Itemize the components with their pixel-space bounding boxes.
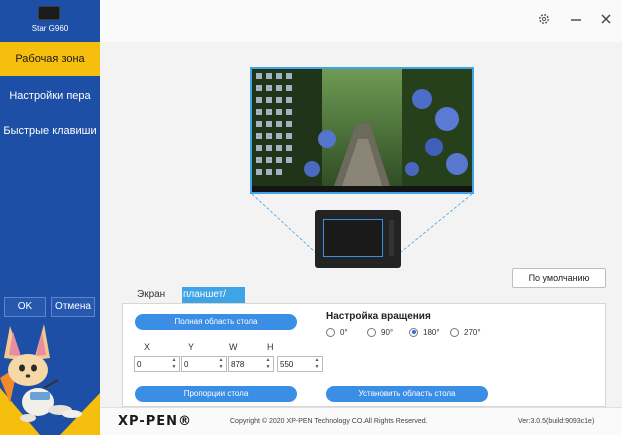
w-label: W — [229, 342, 238, 352]
w-stepper: ▲▼ — [228, 356, 274, 372]
rotation-270-label: 270° — [464, 327, 481, 337]
xp-pen-logo: XP-PEN® — [118, 414, 193, 429]
tablet-preview — [315, 210, 401, 268]
radio-circle-selected — [409, 327, 418, 337]
h-input[interactable] — [280, 358, 314, 370]
x-label: X — [144, 342, 151, 352]
footer: XP-PEN® Copyright © 2020 XP-PEN Technolo… — [100, 407, 622, 435]
y-stepper-arrows[interactable]: ▲ ▼ — [217, 357, 225, 371]
tablet-settings-panel: Полная область стола X Y W H ▲▼ ▲▼ ▲▼ ▲▼… — [122, 303, 606, 407]
work-area-panel: По умолчанию Экран планшет/дисплей Полна… — [100, 42, 622, 407]
screen-preview — [250, 67, 474, 194]
rotation-0-label: 0° — [340, 327, 348, 337]
ok-button[interactable]: OK — [4, 297, 46, 317]
tablet-ratio-button[interactable]: Пропорции стола — [135, 386, 297, 402]
x-stepper-arrows[interactable]: ▲ ▼ — [170, 357, 178, 371]
sidebar: Star G960 Рабочая зона Настройки пера Бы… — [0, 0, 100, 435]
set-tablet-area-button[interactable]: Установить область стола — [326, 386, 488, 402]
device-name: Star G960 — [31, 24, 69, 33]
cancel-button[interactable]: Отмена — [51, 297, 95, 317]
tablet-device-icon — [38, 6, 60, 20]
sidebar-item-work-area[interactable]: Рабочая зона — [0, 42, 100, 76]
app-window: Star G960 Рабочая зона Настройки пера Бы… — [0, 0, 622, 435]
w-stepper-arrows[interactable]: ▲ ▼ — [264, 357, 272, 371]
minimize-icon[interactable] — [568, 12, 584, 28]
desktop-wallpaper-image — [252, 69, 472, 192]
y-label: Y — [188, 342, 195, 352]
y-input[interactable] — [184, 358, 218, 370]
x-stepper: ▲▼ — [134, 356, 180, 372]
radio-circle — [326, 327, 335, 337]
rotation-90-label: 90° — [381, 327, 394, 337]
sidebar-item-shortcut-keys[interactable]: Быстрые клавиши — [0, 114, 100, 148]
full-area-button[interactable]: Полная область стола — [135, 314, 297, 330]
rotation-90-radio[interactable]: 90° — [367, 326, 393, 338]
x-input[interactable] — [137, 358, 171, 370]
rotation-180-radio[interactable]: 180° — [409, 326, 440, 338]
rotation-title: Настройка вращения — [326, 311, 431, 322]
version-text: Ver:3.0.5(build:9093c1e) — [518, 418, 595, 425]
radio-circle — [367, 327, 376, 337]
default-button[interactable]: По умолчанию — [512, 268, 606, 288]
rotation-270-radio[interactable]: 270° — [450, 326, 481, 338]
h-stepper: ▲▼ — [277, 356, 323, 372]
tab-screen[interactable]: Экран — [137, 287, 177, 303]
close-icon[interactable] — [598, 12, 614, 28]
sidebar-item-pen-settings[interactable]: Настройки пера — [0, 79, 100, 113]
fox-mascot-illustration — [0, 318, 100, 435]
tablet-express-keys — [389, 220, 394, 256]
title-bar — [100, 0, 622, 42]
gear-icon[interactable] — [536, 12, 552, 28]
rotation-180-label: 180° — [423, 327, 440, 337]
y-stepper: ▲▼ — [181, 356, 227, 372]
h-label: H — [267, 342, 274, 352]
tab-tablet-display[interactable]: планшет/дисплей — [182, 287, 245, 316]
radio-circle — [450, 327, 459, 337]
h-stepper-arrows[interactable]: ▲ ▼ — [313, 357, 321, 371]
tablet-active-area[interactable] — [323, 219, 383, 257]
w-input[interactable] — [231, 358, 265, 370]
copyright-text: Copyright © 2020 XP-PEN Technology CO.Al… — [230, 418, 428, 425]
rotation-0-radio[interactable]: 0° — [326, 326, 348, 338]
